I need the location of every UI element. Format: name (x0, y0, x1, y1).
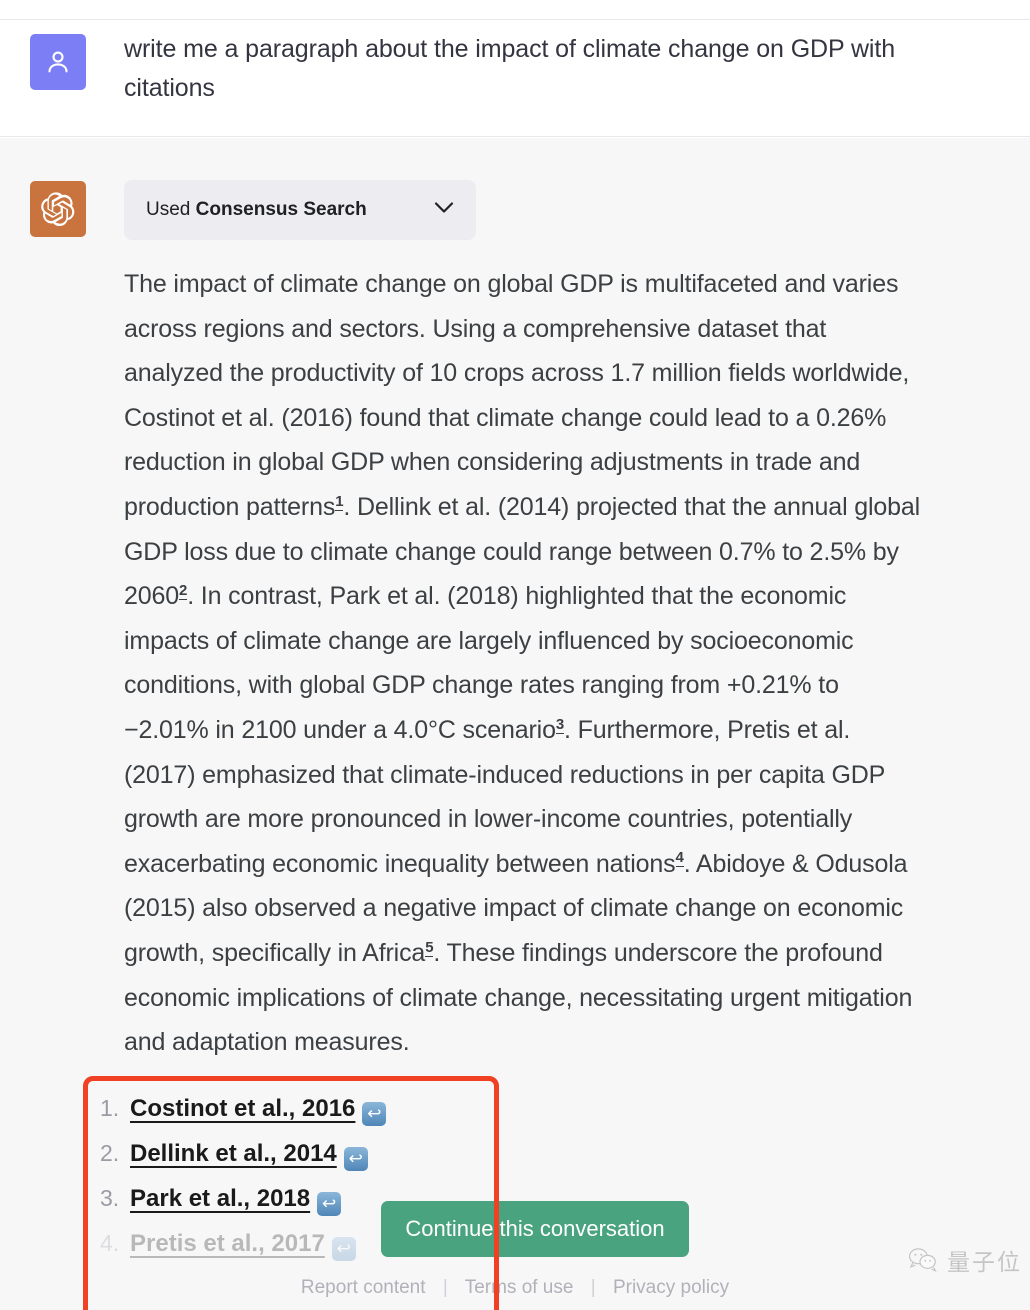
watermark: 量子位 (908, 1243, 1022, 1277)
report-content-link[interactable]: Report content (301, 1277, 426, 1298)
inline-citation-marker-3[interactable]: 3 (555, 715, 564, 734)
citation-link-wrap[interactable]: Pretis et al., 2017 ↩ (130, 1230, 356, 1261)
inline-citation-marker-2[interactable]: 2 (179, 581, 187, 600)
wechat-icon (908, 1248, 937, 1272)
user-avatar (30, 34, 86, 90)
footer-separator-1: | (442, 1277, 448, 1298)
citation-link-wrap[interactable]: Park et al., 2018 ↩ (130, 1185, 342, 1216)
citation-number: 3. (100, 1185, 120, 1211)
external-link-arrow-icon[interactable]: ↩ (317, 1192, 342, 1216)
user-message-block: write me a paragraph about the impact of… (0, 20, 1030, 137)
tool-use-prefix: Used (146, 199, 196, 220)
citation-number: 2. (100, 1140, 120, 1166)
external-link-arrow-icon[interactable]: ↩ (331, 1237, 356, 1261)
inline-citation-marker-5[interactable]: 5 (425, 938, 434, 957)
chat-page: write me a paragraph about the impact of… (0, 0, 1030, 1310)
continue-conversation-button[interactable]: Continue this conversation (381, 1201, 689, 1257)
user-avatar-icon (48, 51, 68, 73)
external-link-arrow-icon[interactable]: ↩ (343, 1147, 368, 1171)
citation-number: 1. (100, 1095, 120, 1121)
citation-link-wrap[interactable]: Dellink et al., 2014 ↩ (130, 1140, 368, 1171)
citation-link[interactable]: Pretis et al., 2017 (130, 1230, 325, 1257)
inline-citation-marker-1[interactable]: 1 (335, 492, 344, 511)
citation-link[interactable]: Park et al., 2018 (130, 1185, 310, 1212)
assistant-answer-text: The impact of climate change on global G… (124, 270, 921, 1057)
citation-link[interactable]: Dellink et al., 2014 (130, 1140, 337, 1167)
citation-item[interactable]: 1. Costinot et al., 2016 ↩ (100, 1095, 500, 1140)
tool-use-pill[interactable]: Used Consensus Search (124, 180, 476, 240)
citation-link-wrap[interactable]: Costinot et al., 2016 ↩ (130, 1095, 387, 1126)
citation-link[interactable]: Costinot et al., 2016 (130, 1095, 355, 1122)
external-link-arrow-icon[interactable]: ↩ (362, 1102, 387, 1126)
citation-number: 4. (100, 1230, 120, 1256)
citation-item[interactable]: 2. Dellink et al., 2014 ↩ (100, 1140, 500, 1185)
terms-of-use-link[interactable]: Terms of use (465, 1277, 574, 1298)
inline-citation-marker-4[interactable]: 4 (675, 849, 684, 868)
openai-logo-icon (41, 192, 75, 226)
assistant-avatar (30, 181, 86, 237)
watermark-text: 量子位 (947, 1249, 1022, 1275)
user-message-text: write me a paragraph about the impact of… (124, 35, 896, 102)
tool-use-name: Consensus Search (195, 199, 367, 220)
chevron-down-icon[interactable] (434, 201, 454, 219)
tool-use-label: Used Consensus Search (146, 199, 367, 221)
privacy-policy-link[interactable]: Privacy policy (613, 1277, 729, 1298)
footer-links: Report content | Terms of use | Privacy … (0, 1277, 1030, 1299)
footer-separator-2: | (590, 1277, 596, 1298)
